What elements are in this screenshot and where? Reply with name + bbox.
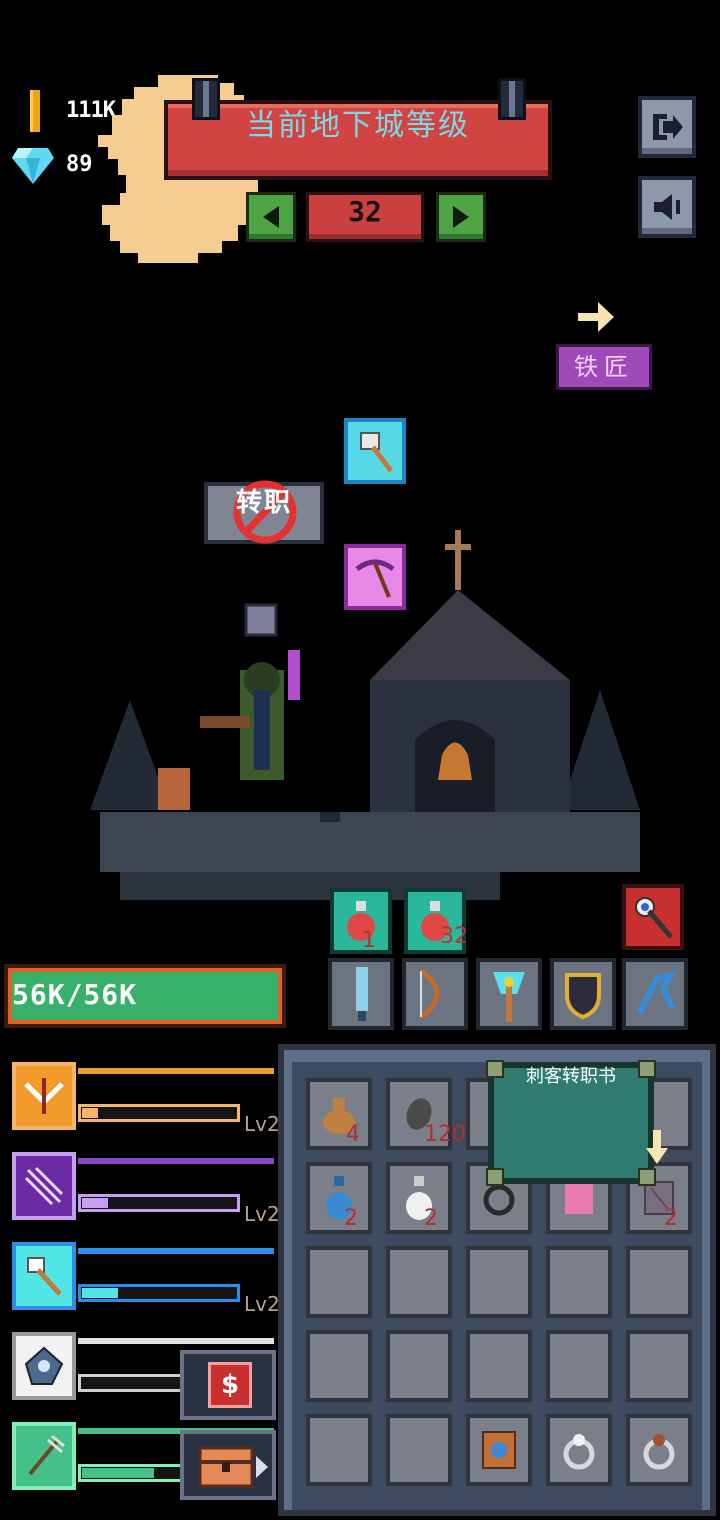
skill-icon-shield[interactable] <box>12 1332 76 1400</box>
inventory-slot-empty[interactable] <box>546 1330 612 1402</box>
dungeon-level-title: 当前地下城等级 <box>246 108 470 143</box>
banner-peg-right <box>498 78 526 120</box>
winged-sword-icon <box>24 1078 64 1114</box>
mace-item-tile[interactable] <box>344 418 406 484</box>
sound-button[interactable] <box>638 176 696 238</box>
equip-slot-shield[interactable] <box>550 958 616 1030</box>
gem-icon <box>12 148 54 184</box>
claw-icon <box>636 970 677 1015</box>
inventory-slot-sack[interactable]: 4 <box>306 1078 372 1150</box>
arrow-left-icon <box>263 206 279 228</box>
inventory-slot-empty[interactable] <box>306 1330 372 1402</box>
spell-book-icon <box>482 1431 516 1469</box>
inventory-slot-empty[interactable] <box>386 1414 452 1486</box>
item-count: 2 <box>664 1206 678 1231</box>
skill-icon-mace[interactable] <box>12 1242 76 1310</box>
skill-top-line-2 <box>78 1158 274 1164</box>
inventory-slot-blue-potion[interactable]: 2 <box>306 1162 372 1234</box>
skill-progress-4 <box>78 1374 188 1392</box>
hp-text: 56K/56K <box>12 978 138 1011</box>
potion-slot-1[interactable] <box>330 888 392 954</box>
inventory-slot-empty[interactable] <box>626 1330 692 1402</box>
inventory-slot-empty[interactable] <box>306 1246 372 1318</box>
item-count: 4 <box>346 1122 360 1147</box>
skill-top-line-3 <box>78 1248 274 1254</box>
arrows-icon <box>24 1166 64 1206</box>
ruby-ring-icon <box>643 1434 675 1470</box>
item-count: 2 <box>344 1206 358 1231</box>
tooltip-text: 刺客转职书 <box>526 1066 616 1087</box>
skill-level-2: Lv2 <box>244 1202 280 1226</box>
potion-count-2: 32 <box>440 924 468 949</box>
trident-icon <box>28 1434 65 1476</box>
equip-slot-claw[interactable] <box>622 958 688 1030</box>
skill-progress-fill-3 <box>82 1288 118 1298</box>
exit-button[interactable] <box>638 96 696 158</box>
sound-icon <box>654 194 680 220</box>
gem-amount: 89 <box>66 152 93 177</box>
silver-ring-icon <box>563 1434 595 1470</box>
item-count: 2 <box>424 1206 438 1231</box>
banner-peg-left <box>192 78 220 120</box>
mace-icon <box>27 1257 62 1296</box>
sword-icon <box>356 967 368 1021</box>
skill-progress-fill-1 <box>82 1108 98 1118</box>
chest-icon <box>198 1446 268 1488</box>
chest-button[interactable] <box>180 1430 276 1500</box>
skill-icon-trident[interactable] <box>12 1422 76 1490</box>
axe-icon <box>493 972 525 1022</box>
inventory-slot-empty[interactable] <box>386 1330 452 1402</box>
scepter-icon <box>635 897 673 939</box>
skill-progress-fill-5 <box>82 1468 154 1478</box>
skill-progress-1 <box>78 1104 240 1122</box>
inventory-slot-empty[interactable] <box>386 1246 452 1318</box>
inventory-slot-stone[interactable]: 120 <box>386 1078 466 1150</box>
inventory-slot-empty[interactable] <box>546 1246 612 1318</box>
arrow-down-icon <box>646 1130 668 1164</box>
blacksmith-button[interactable]: 铁匠 <box>556 344 652 390</box>
skill-level-3: Lv2 <box>244 1292 280 1316</box>
pink-book-icon <box>565 1182 593 1214</box>
inventory-slot-empty[interactable] <box>466 1246 532 1318</box>
inventory-slot-white-potion[interactable]: 2 <box>386 1162 452 1234</box>
level-next-button[interactable] <box>436 192 486 242</box>
spiked-shield-icon <box>24 1346 64 1385</box>
item-count: 120 <box>424 1122 466 1147</box>
shield-icon <box>565 973 601 1019</box>
arrow-right-icon <box>453 206 469 228</box>
dollar-icon: $ <box>208 1362 252 1408</box>
potion-count-1: 1 <box>362 928 376 953</box>
inventory-slot-spell-book[interactable] <box>466 1414 532 1486</box>
skill-icon-wings[interactable] <box>12 1062 76 1130</box>
equip-slot-sword[interactable] <box>328 958 394 1030</box>
inventory-slot-empty[interactable] <box>306 1414 372 1486</box>
arrow-right-hint-icon <box>578 302 614 332</box>
shop-button[interactable]: $ <box>180 1350 276 1420</box>
skill-top-line-1 <box>78 1068 274 1074</box>
skill-level-1: Lv2 <box>244 1112 280 1136</box>
equip-slot-axe[interactable] <box>476 958 542 1030</box>
inventory-slot-empty[interactable] <box>466 1330 532 1402</box>
skill-top-line-4 <box>78 1338 274 1344</box>
level-value: 32 <box>306 192 424 242</box>
mace-icon <box>360 432 393 473</box>
skill-icon-arrows[interactable] <box>12 1152 76 1220</box>
bow-icon <box>419 968 440 1020</box>
inventory-slot-silver-ring[interactable] <box>546 1414 612 1486</box>
gold-icon <box>30 90 40 132</box>
inventory-slot-empty[interactable] <box>626 1246 692 1318</box>
inventory-slot-ruby-ring[interactable] <box>626 1414 692 1486</box>
skill-progress-fill-2 <box>82 1198 108 1208</box>
equip-slot-bow[interactable] <box>402 958 468 1030</box>
dungeon-scene <box>90 530 640 900</box>
exit-icon <box>653 114 683 140</box>
level-prev-button[interactable] <box>246 192 296 242</box>
scepter-button[interactable] <box>622 884 684 950</box>
